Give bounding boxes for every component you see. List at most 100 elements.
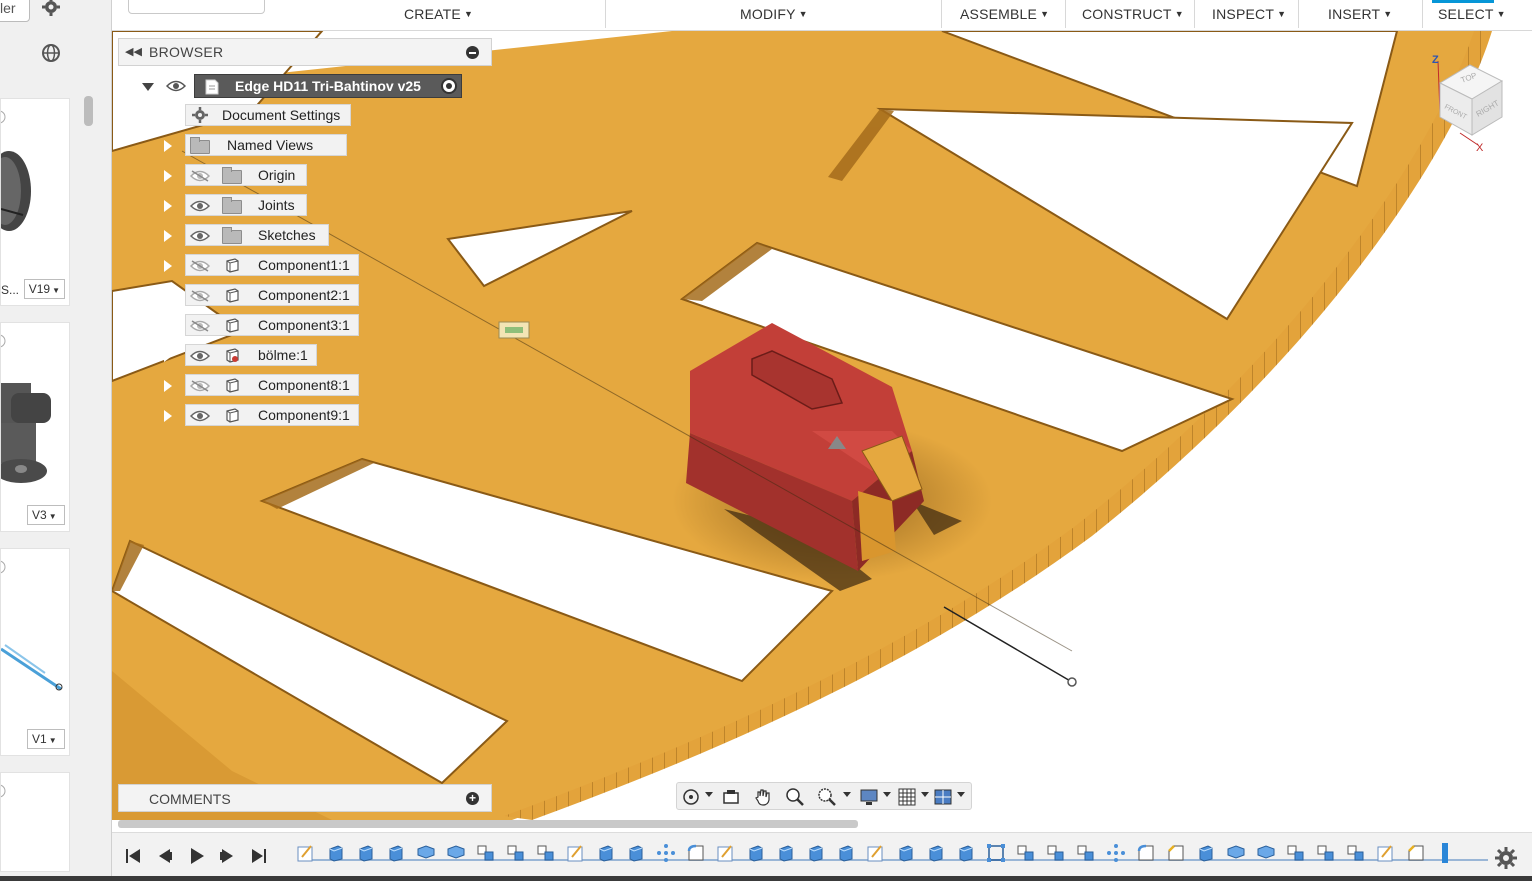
- version-badge[interactable]: V1 ▼: [27, 729, 65, 749]
- timeline-body-icon[interactable]: [416, 843, 436, 863]
- eye-icon[interactable]: [189, 229, 211, 242]
- viewport-scrollbar[interactable]: [118, 820, 858, 828]
- go-to-start-icon[interactable]: [124, 847, 142, 865]
- timeline-sketch-icon[interactable]: [566, 843, 586, 863]
- display-settings-icon[interactable]: [859, 787, 879, 807]
- expand-arrow-icon[interactable]: [163, 139, 172, 153]
- expand-arrow-icon[interactable]: [163, 259, 172, 273]
- expand-arrow-icon[interactable]: [163, 289, 172, 303]
- timeline-extrude-icon[interactable]: [926, 843, 946, 863]
- timeline-extrude-icon[interactable]: [1196, 843, 1216, 863]
- display-dropdown-caret[interactable]: [883, 792, 891, 797]
- timeline-chamfer-icon[interactable]: [1166, 843, 1186, 863]
- timeline-extrude-icon[interactable]: [836, 843, 856, 863]
- eye-hidden-icon[interactable]: [189, 289, 211, 302]
- browser-node-document-settings[interactable]: Document Settings: [0, 104, 400, 126]
- pan-hand-icon[interactable]: [753, 787, 773, 807]
- expand-arrow-icon[interactable]: [163, 199, 172, 213]
- menu-create[interactable]: CREATE ▼: [404, 6, 473, 22]
- menu-insert[interactable]: INSERT ▼: [1328, 6, 1392, 22]
- timeline-joint-icon[interactable]: [476, 843, 496, 863]
- expand-arrow-icon[interactable]: [163, 409, 172, 423]
- orbit-icon[interactable]: [681, 787, 701, 807]
- timeline-joint-icon[interactable]: [536, 843, 556, 863]
- timeline-joint-icon[interactable]: [1016, 843, 1036, 863]
- timeline-extrude-icon[interactable]: [806, 843, 826, 863]
- eye-icon[interactable]: [189, 199, 211, 212]
- timeline-joint-icon[interactable]: [1046, 843, 1066, 863]
- timeline-extrude-icon[interactable]: [356, 843, 376, 863]
- timeline-extrude-icon[interactable]: [956, 843, 976, 863]
- eye-hidden-icon[interactable]: [189, 259, 211, 272]
- globe-icon[interactable]: [40, 42, 62, 64]
- menu-assemble[interactable]: ASSEMBLE ▼: [960, 6, 1049, 22]
- timeline-body-icon[interactable]: [446, 843, 466, 863]
- menu-select[interactable]: SELECT ▼: [1438, 6, 1506, 22]
- collapse-browser-icon[interactable]: ◀◀: [125, 45, 142, 58]
- expand-arrow-icon[interactable]: [163, 349, 172, 363]
- browser-node-named-views[interactable]: Named Views: [0, 134, 400, 156]
- browser-node-component8-1[interactable]: Component8:1: [0, 374, 400, 396]
- orbit-dropdown-caret[interactable]: [705, 792, 713, 797]
- gear-icon[interactable]: [40, 0, 62, 20]
- timeline-sketch-icon[interactable]: [296, 843, 316, 863]
- minimize-browser-button[interactable]: [466, 46, 479, 59]
- viewports-dropdown-caret[interactable]: [957, 792, 965, 797]
- browser-node-sketches[interactable]: Sketches: [0, 224, 400, 246]
- timeline-extrude-icon[interactable]: [896, 843, 916, 863]
- go-to-end-icon[interactable]: [250, 847, 268, 865]
- add-comment-button[interactable]: +: [466, 792, 479, 805]
- view-cube[interactable]: TOP FRONT RIGHT Z X: [1420, 53, 1520, 153]
- timeline-extrude-icon[interactable]: [326, 843, 346, 863]
- timeline-joint-icon[interactable]: [506, 843, 526, 863]
- browser-node-component2-1[interactable]: Component2:1: [0, 284, 400, 306]
- eye-icon[interactable]: [166, 80, 186, 92]
- menu-inspect[interactable]: INSPECT ▼: [1212, 6, 1286, 22]
- timeline-extrude-icon[interactable]: [596, 843, 616, 863]
- eye-hidden-icon[interactable]: [189, 319, 211, 332]
- timeline-extrude-icon[interactable]: [776, 843, 796, 863]
- eye-icon[interactable]: [189, 349, 211, 362]
- design-thumbnail[interactable]: V1 ▼: [0, 548, 70, 756]
- timeline-body-icon[interactable]: [1256, 843, 1276, 863]
- zoom-window-icon[interactable]: [817, 787, 837, 807]
- play-icon[interactable]: [188, 847, 206, 865]
- expand-arrow-icon[interactable]: [163, 319, 172, 333]
- timeline-fillet-icon[interactable]: [1136, 843, 1156, 863]
- browser-node-component9-1[interactable]: Component9:1: [0, 404, 400, 426]
- comments-panel[interactable]: COMMENTS +: [118, 784, 492, 812]
- eye-hidden-icon[interactable]: [189, 169, 211, 182]
- timeline-body-icon[interactable]: [1226, 843, 1246, 863]
- look-at-icon[interactable]: [721, 787, 741, 807]
- design-thumbnail[interactable]: [0, 772, 70, 872]
- expand-arrow-icon[interactable]: [163, 379, 172, 393]
- timeline-joint-icon[interactable]: [1346, 843, 1366, 863]
- workspace-switcher[interactable]: [128, 0, 265, 14]
- grid-icon[interactable]: [897, 787, 917, 807]
- timeline-extrude-icon[interactable]: [386, 843, 406, 863]
- expand-arrow-icon[interactable]: [163, 229, 172, 243]
- timeline-pattern-icon[interactable]: [1106, 843, 1126, 863]
- browser-node-joints[interactable]: Joints: [0, 194, 400, 216]
- version-badge[interactable]: V3 ▼: [27, 505, 65, 525]
- eye-icon[interactable]: [189, 409, 211, 422]
- browser-root-node[interactable]: Edge HD11 Tri-Bahtinov v25: [139, 74, 462, 98]
- browser-node-component3-1[interactable]: Component3:1: [0, 314, 400, 336]
- timeline-extrude-icon[interactable]: [746, 843, 766, 863]
- sketch-point[interactable]: [1067, 677, 1077, 687]
- timeline-sketch-icon[interactable]: [716, 843, 736, 863]
- timeline-plane-icon[interactable]: [986, 843, 1006, 863]
- browser-panel-header[interactable]: ◀◀ BROWSER: [118, 38, 492, 66]
- root-node-box[interactable]: Edge HD11 Tri-Bahtinov v25: [194, 74, 462, 98]
- timeline-joint-icon[interactable]: [1076, 843, 1096, 863]
- timeline-sketch-icon[interactable]: [1376, 843, 1396, 863]
- zoom-icon[interactable]: [785, 787, 805, 807]
- timeline-extrude-icon[interactable]: [626, 843, 646, 863]
- timeline-joint-icon[interactable]: [1286, 843, 1306, 863]
- timeline-joint-icon[interactable]: [1316, 843, 1336, 863]
- activate-radio[interactable]: [441, 78, 457, 94]
- eye-hidden-icon[interactable]: [189, 379, 211, 392]
- timeline-marker-icon[interactable]: [1436, 843, 1456, 863]
- menu-modify[interactable]: MODIFY ▼: [740, 6, 808, 22]
- timeline-settings-gear-icon[interactable]: [1494, 846, 1518, 870]
